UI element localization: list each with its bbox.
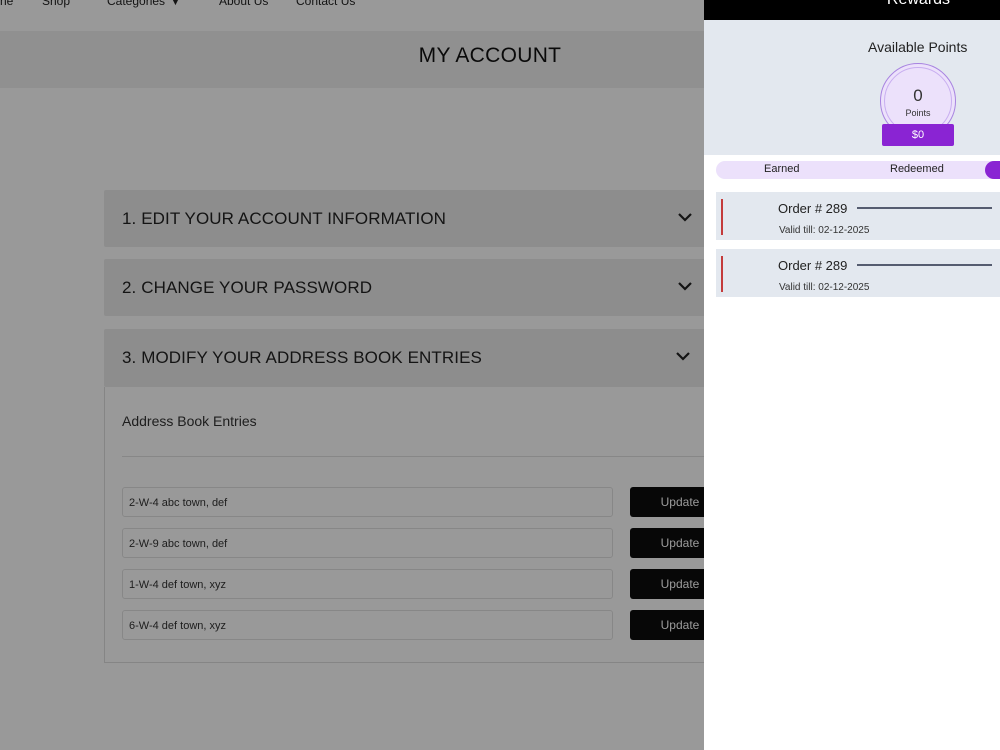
tab-active-indicator [985,161,1000,179]
tab-redeemed[interactable]: Redeemed [890,163,944,175]
tab-earned[interactable]: Earned [764,163,799,175]
order-title: Order # 289 [778,258,848,273]
order-title: Order # 289 [778,201,848,216]
order-valid-date: Valid till: 02-12-2025 [779,282,870,293]
points-value: 0 [913,86,923,105]
points-dollar-badge: $0 [882,124,954,146]
order-status-accent [721,256,723,292]
available-points-label: Available Points [868,39,968,55]
order-divider-line [857,207,992,209]
points-summary: Available Points 0 Points $0 [704,20,1000,155]
rewards-drawer: Rewards Available Points 0 Points $0 Ear… [704,0,1000,750]
order-divider-line [857,264,992,266]
order-card[interactable]: Order # 289 Valid till: 02-12-2025 [716,192,1000,240]
rewards-tabs: Earned Redeemed [716,161,1000,179]
points-unit-label: Points [905,108,931,118]
rewards-header: Rewards [704,0,1000,20]
rewards-title: Rewards [704,0,1000,9]
order-card[interactable]: Order # 289 Valid till: 02-12-2025 [716,249,1000,297]
modal-backdrop[interactable] [0,0,704,750]
order-valid-date: Valid till: 02-12-2025 [779,225,870,236]
order-status-accent [721,199,723,235]
